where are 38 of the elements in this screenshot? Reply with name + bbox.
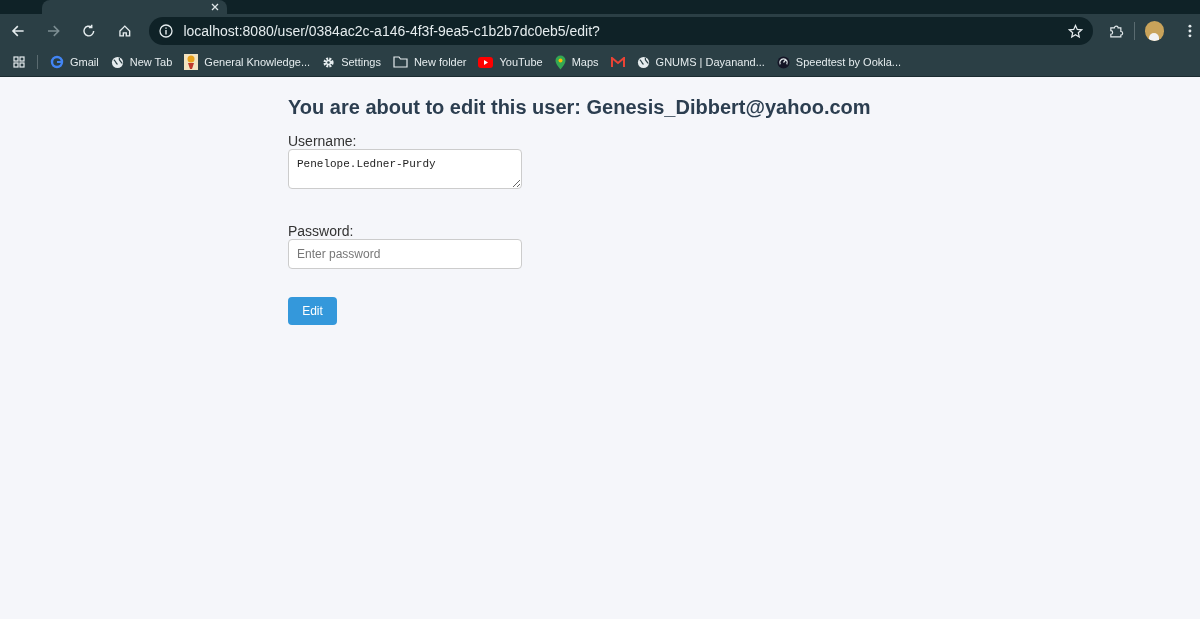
play-icon bbox=[478, 56, 494, 68]
star-icon[interactable] bbox=[1068, 23, 1084, 39]
info-icon bbox=[159, 24, 174, 38]
bookmark-item[interactable]: New folder bbox=[392, 53, 467, 71]
forward-arrow-icon[interactable] bbox=[46, 24, 61, 38]
reload-icon[interactable] bbox=[82, 24, 96, 38]
bookmark-item[interactable]: Settings bbox=[322, 53, 381, 71]
globe-icon bbox=[636, 55, 650, 69]
bookmark-item[interactable]: Maps bbox=[554, 53, 599, 71]
bookmark-item[interactable]: Speedtest by Ookla... bbox=[776, 53, 901, 71]
bookmark-item[interactable]: Gmail bbox=[50, 53, 99, 71]
home-icon[interactable] bbox=[117, 24, 132, 38]
field-label: Username: bbox=[288, 133, 358, 149]
globe-icon bbox=[110, 55, 124, 69]
google-icon bbox=[50, 55, 64, 69]
apps-grid-icon[interactable] bbox=[13, 56, 25, 68]
bookmark-item[interactable]: GNUMS | Dayanand... bbox=[636, 53, 765, 71]
more-icon[interactable] bbox=[1188, 24, 1192, 38]
close-icon[interactable] bbox=[211, 3, 219, 11]
bookmark-item[interactable] bbox=[610, 56, 625, 68]
mail-icon bbox=[610, 56, 625, 68]
avatar[interactable] bbox=[1144, 21, 1165, 41]
folder-icon bbox=[392, 56, 408, 68]
password-field[interactable]: Enter password bbox=[288, 239, 522, 269]
map-pin-icon bbox=[554, 54, 566, 70]
bookmark-item[interactable]: YouTube bbox=[478, 53, 543, 71]
puzzle-icon[interactable] bbox=[1109, 23, 1124, 39]
url-text: localhost:8080/user/0384ac2c-a146-4f3f-9ea5-c1b2b7dc0eb5/edit? bbox=[183, 21, 601, 41]
bookmark-item[interactable]: New Tab bbox=[110, 53, 173, 71]
page-heading: You are about to edit this user: Genesis_Dibbert@yahoo.com bbox=[288, 95, 872, 119]
address-bar[interactable]: localhost:8080/user/0384ac2c-a146-4f3f-9ea5-c1b2b7dc0eb5/edit? bbox=[149, 17, 1094, 45]
figure-icon bbox=[184, 54, 199, 70]
back-arrow-icon[interactable] bbox=[11, 24, 25, 38]
username-field[interactable]: Penelope.Ledner-Purdy bbox=[288, 149, 522, 189]
field-label: Password: bbox=[288, 223, 355, 239]
settings-icon bbox=[322, 55, 336, 69]
gauge-icon bbox=[776, 55, 790, 69]
bookmark-item[interactable]: General Knowledge... bbox=[184, 53, 311, 71]
